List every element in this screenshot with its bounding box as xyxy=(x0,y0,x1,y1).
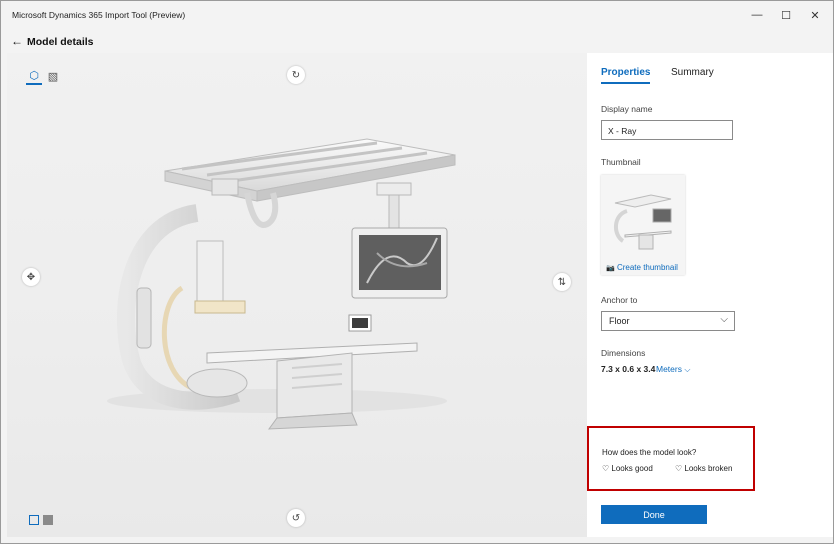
units-value: Meters xyxy=(656,364,682,374)
app-window: Microsoft Dynamics 365 Import Tool (Prev… xyxy=(0,0,834,544)
close-button[interactable]: ✕ xyxy=(801,5,829,25)
title-bar: Microsoft Dynamics 365 Import Tool (Prev… xyxy=(1,1,833,29)
anchor-dropdown[interactable]: Floor ⌵ xyxy=(601,311,735,331)
feedback-question: How does the model look? xyxy=(602,448,697,457)
page-header: ← Model details xyxy=(1,29,833,53)
dark-background-swatch[interactable] xyxy=(43,515,53,525)
looks-good-label: Looks good xyxy=(611,464,653,473)
anchor-label: Anchor to xyxy=(601,295,638,305)
anchor-value: Floor xyxy=(609,316,630,326)
camera-icon: 📷 xyxy=(606,265,615,272)
tab-summary[interactable]: Summary xyxy=(671,67,714,82)
page-title: Model details xyxy=(27,36,94,48)
units-dropdown[interactable]: Meters ⌵ xyxy=(656,364,690,375)
dimensions-label: Dimensions xyxy=(601,348,646,358)
maximize-icon: ☐ xyxy=(781,9,791,22)
light-background-swatch[interactable] xyxy=(29,515,39,525)
looks-broken-label: Looks broken xyxy=(684,464,733,473)
create-thumbnail-label: Create thumbnail xyxy=(616,263,678,272)
back-arrow-icon[interactable]: ← xyxy=(11,34,23,48)
thumbnail-image xyxy=(614,194,672,250)
thumbnail-label: Thumbnail xyxy=(601,157,641,167)
tab-properties[interactable]: Properties xyxy=(601,67,651,84)
properties-panel: Properties Summary Display name X - Ray … xyxy=(587,53,833,537)
thumbnail-preview: 📷 Create thumbnail xyxy=(601,175,685,275)
dimensions-value: 7.3 x 0.6 x 3.4 xyxy=(601,364,656,374)
maximize-button[interactable]: ☐ xyxy=(772,5,800,25)
xray-machine-model[interactable] xyxy=(7,53,587,537)
looks-broken-button[interactable]: ♡ Looks broken xyxy=(675,464,732,473)
done-button[interactable]: Done xyxy=(601,505,707,524)
chevron-down-icon: ⌵ xyxy=(720,314,728,325)
window-title: Microsoft Dynamics 365 Import Tool (Prev… xyxy=(12,10,186,20)
model-viewport[interactable]: ⬡ ▧ ↻ ✥ ⇅ ↺ xyxy=(7,53,587,537)
minimize-button[interactable]: — xyxy=(743,5,771,25)
display-name-field[interactable]: X - Ray xyxy=(601,120,733,140)
display-name-label: Display name xyxy=(601,104,653,114)
looks-good-button[interactable]: ♡ Looks good xyxy=(602,464,653,473)
heart-icon: ♡ xyxy=(602,464,610,473)
create-thumbnail-link[interactable]: 📷 Create thumbnail xyxy=(606,263,678,272)
chevron-down-icon: ⌵ xyxy=(684,365,691,374)
minimize-icon: — xyxy=(751,9,763,21)
heart-broken-icon: ♡ xyxy=(675,464,683,473)
feedback-section: How does the model look? ♡ Looks good ♡ … xyxy=(587,426,755,491)
close-icon: ✕ xyxy=(810,9,820,22)
